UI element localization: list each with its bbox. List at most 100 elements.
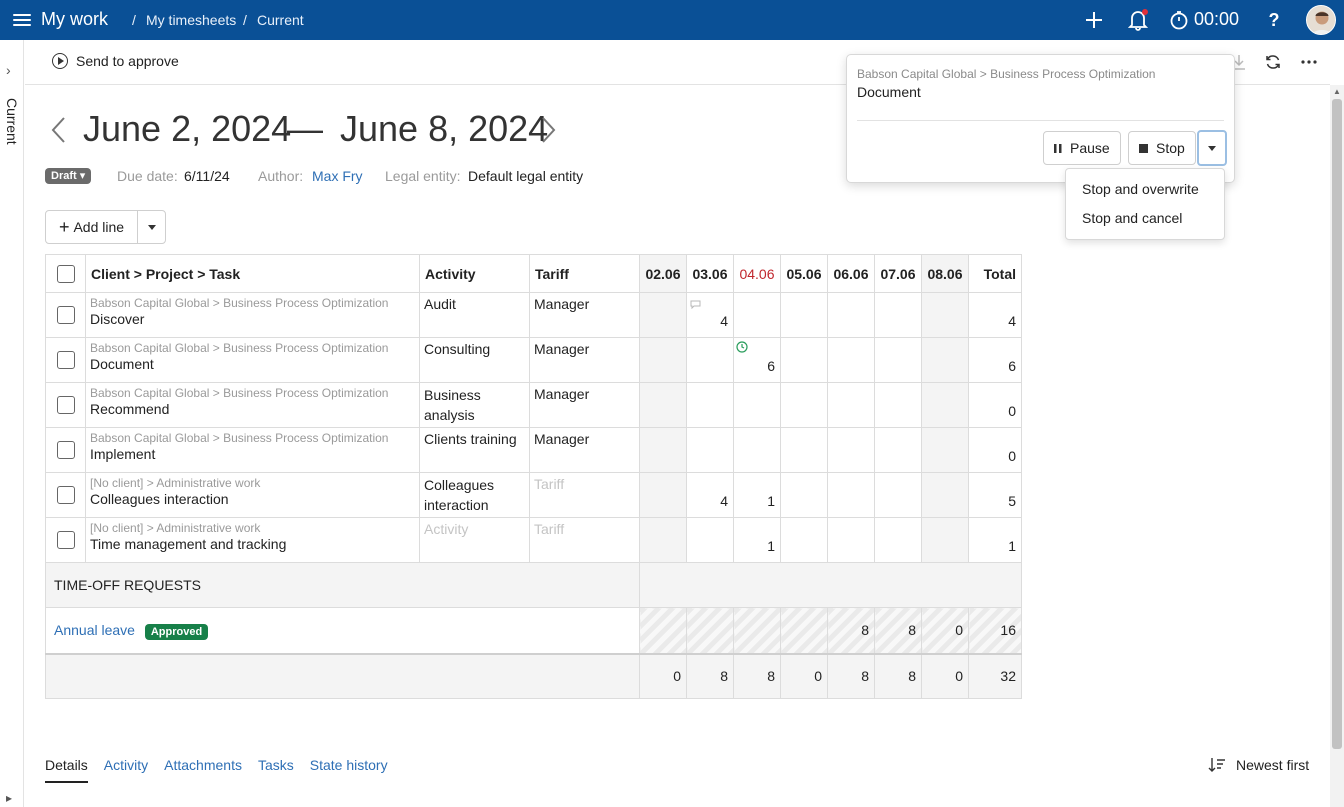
row-checkbox[interactable] [56,441,75,459]
hours-cell[interactable] [874,382,922,428]
activity-placeholder-cell[interactable]: Activity [419,517,530,563]
column-header-activity[interactable]: Activity [419,254,530,293]
hours-cell[interactable] [827,382,875,428]
hours-cell[interactable] [874,472,922,518]
hamburger-menu-icon[interactable] [13,11,31,29]
table-row[interactable]: Babson Capital Global > Business Process… [45,337,1022,383]
column-header-tariff[interactable]: Tariff [529,254,640,293]
hours-cell[interactable] [780,292,828,338]
refresh-icon[interactable] [1263,52,1283,72]
hours-cell[interactable] [780,427,828,473]
hours-cell[interactable]: 4 [686,472,734,518]
hours-cell[interactable] [780,517,828,563]
hours-cell[interactable] [780,337,828,383]
task-cell[interactable]: Babson Capital Global > Business Process… [85,337,420,383]
hours-cell[interactable] [733,382,781,428]
tariff-placeholder-cell[interactable]: Tariff [529,472,640,518]
hours-cell[interactable] [827,427,875,473]
hours-cell[interactable] [639,292,687,338]
select-all-checkbox[interactable] [56,264,75,283]
task-cell[interactable]: [No client] > Administrative work Colleag… [85,472,420,518]
avatar[interactable] [1306,5,1336,35]
play-small-icon[interactable]: ▸ [6,791,12,805]
vertical-scrollbar[interactable]: ▲ [1330,85,1344,807]
hours-cell[interactable] [827,472,875,518]
column-header-task[interactable]: Client > Project > Task [85,254,420,293]
hours-cell[interactable]: 6 [733,337,781,383]
tariff-cell[interactable]: Manager [529,427,640,473]
task-cell[interactable]: [No client] > Administrative work Time ma… [85,517,420,563]
status-badge[interactable]: Draft ▾ [45,168,92,184]
author-link[interactable]: Max Fry [312,168,363,184]
next-period-icon[interactable] [541,116,557,151]
hours-cell[interactable] [733,292,781,338]
add-line-button[interactable]: + Add line [46,211,138,243]
table-row[interactable]: [No client] > Administrative work Time ma… [45,517,1022,563]
hours-cell[interactable] [639,427,687,473]
activity-cell[interactable]: Business analysis [419,382,530,428]
hours-cell[interactable] [921,292,969,338]
hours-cell[interactable] [780,472,828,518]
stop-button[interactable]: Stop [1128,131,1196,165]
hours-cell[interactable] [921,337,969,383]
previous-period-icon[interactable] [50,116,66,151]
hours-cell[interactable] [827,337,875,383]
scroll-up-icon[interactable]: ▲ [1333,87,1341,96]
hours-cell[interactable] [686,427,734,473]
hours-cell[interactable] [921,382,969,428]
scrollbar-thumb[interactable] [1332,99,1342,749]
row-checkbox[interactable] [56,351,75,369]
hours-cell[interactable] [686,517,734,563]
running-timer-icon[interactable] [736,340,748,356]
help-icon[interactable]: ? [1262,8,1286,32]
comment-icon[interactable] [690,296,701,312]
tab-details[interactable]: Details [45,757,88,783]
row-checkbox[interactable] [56,396,75,414]
app-title[interactable]: My work [41,9,108,30]
hours-cell[interactable] [874,337,922,383]
tariff-cell[interactable]: Manager [529,382,640,428]
plus-icon[interactable] [1082,8,1106,32]
task-cell[interactable]: Babson Capital Global > Business Process… [85,382,420,428]
activity-cell[interactable]: Audit [419,292,530,338]
hours-cell[interactable] [686,337,734,383]
hours-cell[interactable] [639,517,687,563]
table-row[interactable]: Babson Capital Global > Business Process… [45,292,1022,338]
tab-tasks[interactable]: Tasks [258,757,294,783]
expand-chevron-icon[interactable]: › [6,62,11,78]
hours-cell[interactable] [921,472,969,518]
hours-cell[interactable] [639,337,687,383]
more-options-icon[interactable] [1299,52,1319,72]
hours-cell[interactable] [780,382,828,428]
menu-item-stop-and-cancel[interactable]: Stop and cancel [1082,210,1182,226]
hours-cell[interactable]: 1 [733,472,781,518]
activity-cell[interactable]: Clients training [419,427,530,473]
hours-cell[interactable]: 4 [686,292,734,338]
bell-icon[interactable] [1126,8,1150,32]
pause-button[interactable]: Pause [1043,131,1121,165]
hours-cell[interactable] [874,427,922,473]
timer-display[interactable]: 00:00 [1194,9,1239,30]
breadcrumb-my-timesheets[interactable]: My timesheets [146,12,236,28]
add-line-dropdown-button[interactable] [138,211,165,243]
task-cell[interactable]: Babson Capital Global > Business Process… [85,292,420,338]
tariff-cell[interactable]: Manager [529,292,640,338]
hours-cell[interactable] [733,427,781,473]
row-checkbox[interactable] [56,306,75,324]
tab-activity[interactable]: Activity [104,757,148,783]
table-row[interactable]: [No client] > Administrative work Colleag… [45,472,1022,518]
menu-item-stop-and-overwrite[interactable]: Stop and overwrite [1082,181,1199,197]
hours-cell[interactable]: 1 [733,517,781,563]
hours-cell[interactable] [874,292,922,338]
tariff-cell[interactable]: Manager [529,337,640,383]
task-cell[interactable]: Babson Capital Global > Business Process… [85,427,420,473]
sort-button[interactable]: Newest first [1208,757,1309,776]
activity-cell[interactable]: Colleagues interaction [419,472,530,518]
row-checkbox[interactable] [56,531,75,549]
tariff-placeholder-cell[interactable]: Tariff [529,517,640,563]
tab-attachments[interactable]: Attachments [164,757,242,783]
table-row[interactable]: Babson Capital Global > Business Process… [45,382,1022,428]
hours-cell[interactable] [686,382,734,428]
send-to-approve-button[interactable]: Send to approve [52,53,179,69]
table-row[interactable]: Babson Capital Global > Business Process… [45,427,1022,473]
